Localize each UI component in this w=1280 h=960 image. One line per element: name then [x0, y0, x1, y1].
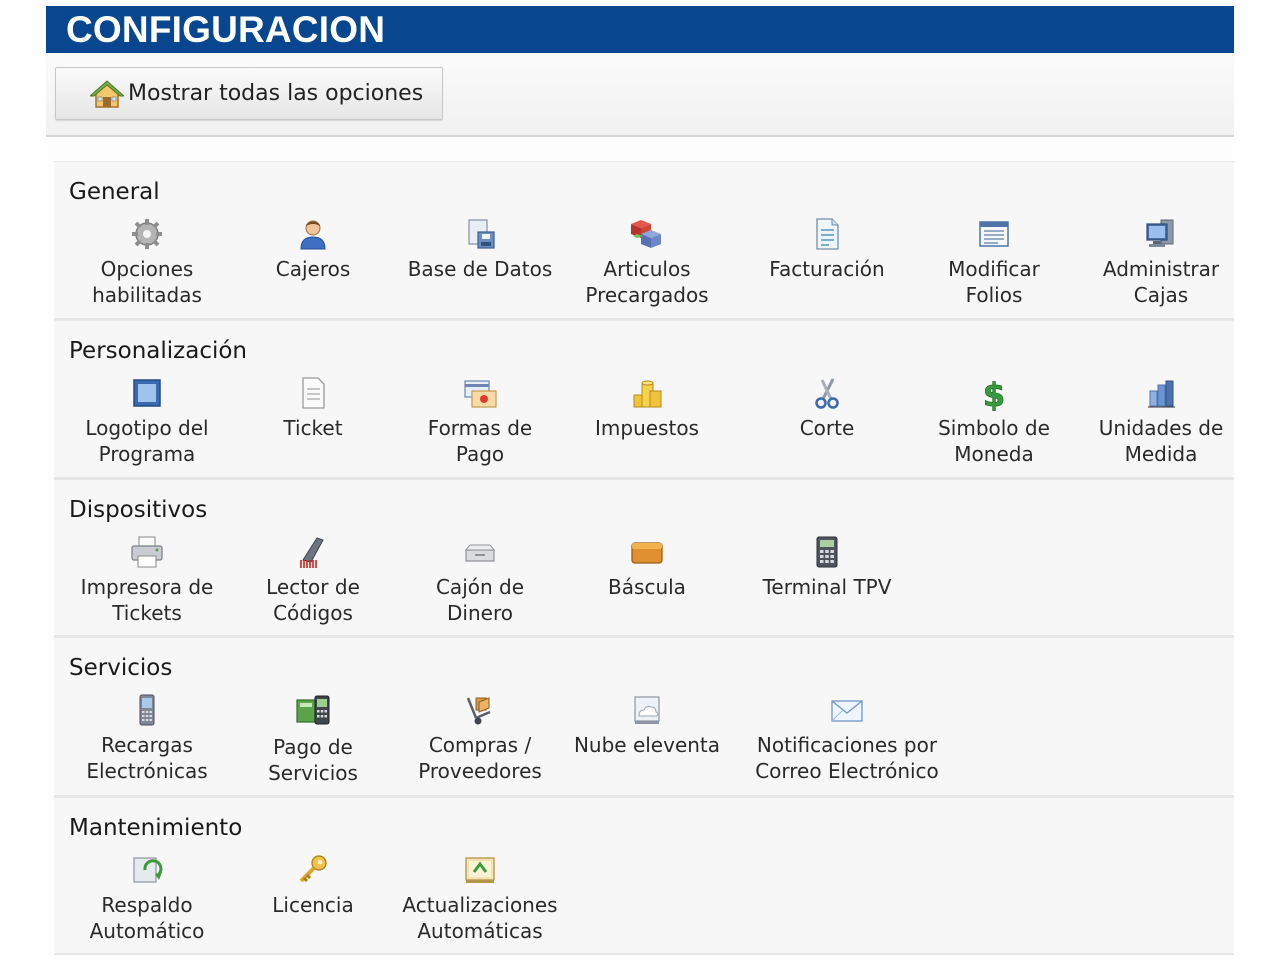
configuration-panel: CONFIGURACION Mostrar todas las opciones…	[46, 6, 1234, 960]
option-simbolo-de-moneda[interactable]: $ Simbolo de Moneda	[914, 375, 1074, 467]
option-label: Notificaciones por Correo Electrónico	[755, 733, 939, 783]
database-icon	[468, 219, 495, 249]
option-label: Facturación	[769, 257, 885, 281]
coins-icon	[633, 380, 662, 408]
cloud-icon	[634, 696, 660, 724]
option-label: Cajeros	[275, 257, 351, 281]
computer-icon	[1146, 219, 1174, 247]
section-title: General	[69, 179, 160, 205]
option-recargas-electronicas[interactable]: Recargas Electrónicas	[67, 692, 227, 784]
section-general: General Opciones habilitadas Cajeros Bas…	[54, 161, 1234, 320]
invoice-icon	[816, 218, 839, 250]
key-icon	[299, 855, 327, 883]
document-icon	[302, 377, 325, 409]
update-icon	[465, 857, 495, 883]
page-title: CONFIGURACION	[46, 6, 1234, 53]
section-title: Dispositivos	[69, 497, 208, 523]
picture-icon	[133, 379, 161, 407]
option-label: Corte	[799, 416, 855, 440]
option-notificaciones-correo[interactable]: Notificaciones por Correo Electrónico	[747, 692, 947, 784]
settings-sections: General Opciones habilitadas Cajeros Bas…	[54, 161, 1234, 955]
option-label: Licencia	[272, 893, 354, 917]
option-facturacion[interactable]: Facturación	[747, 216, 907, 282]
option-label: Báscula	[608, 575, 686, 599]
svg-text:$: $	[983, 376, 1005, 411]
option-administrar-cajas[interactable]: Administrar Cajas	[1081, 216, 1241, 308]
user-icon	[300, 220, 326, 250]
scissors-icon	[815, 378, 839, 409]
option-articulos-precargados[interactable]: Articulos Precargados	[567, 216, 727, 308]
section-personalizacion: Personalización Logotipo del Programa Ti…	[54, 320, 1234, 479]
option-impuestos[interactable]: Impuestos	[567, 375, 727, 441]
printer-icon	[131, 536, 163, 568]
hand-truck-icon	[466, 697, 491, 725]
option-label: Terminal TPV	[762, 575, 892, 599]
option-actualizaciones-automaticas[interactable]: Actualizaciones Automáticas	[400, 852, 560, 944]
mobile-phone-icon	[139, 694, 155, 726]
option-label: Ticket	[283, 416, 343, 440]
option-label: Actualizaciones Automáticas	[402, 893, 558, 943]
option-impresora-de-tickets[interactable]: Impresora de Tickets	[67, 534, 227, 626]
option-label: Modificar Folios	[948, 257, 1040, 307]
bar-chart-icon	[1148, 380, 1175, 408]
option-label: Lector de Códigos	[266, 575, 360, 625]
option-label: Recargas Electrónicas	[86, 733, 208, 783]
dollar-icon: $	[982, 376, 1005, 411]
folio-icon	[979, 221, 1009, 247]
option-label: Opciones habilitadas	[92, 257, 202, 307]
section-dispositivos: Dispositivos Impresora de Tickets Lector…	[54, 479, 1234, 637]
option-label: Simbolo de Moneda	[938, 416, 1050, 466]
option-cajon-de-dinero[interactable]: Cajón de Dinero	[400, 534, 560, 626]
section-mantenimiento: Mantenimiento Respaldo Automático Licenc…	[54, 797, 1234, 955]
section-title: Personalización	[69, 338, 248, 364]
option-modificar-folios[interactable]: Modificar Folios	[914, 216, 1074, 308]
show-all-options-label: Mostrar todas las opciones	[128, 81, 424, 106]
section-title: Mantenimiento	[69, 815, 243, 841]
option-label: Logotipo del Programa	[85, 416, 209, 466]
option-base-de-datos[interactable]: Base de Datos	[400, 216, 560, 282]
scale-icon	[631, 542, 663, 564]
toolbar: Mostrar todas las opciones	[46, 53, 1234, 137]
home-icon	[88, 79, 126, 109]
option-cajeros[interactable]: Cajeros	[233, 216, 393, 282]
option-label: Articulos Precargados	[585, 257, 709, 307]
option-compras-proveedores[interactable]: Compras / Proveedores	[400, 692, 560, 784]
option-label: Nube eleventa	[573, 733, 721, 757]
pos-terminal-icon	[816, 536, 838, 568]
option-ticket[interactable]: Ticket	[233, 375, 393, 441]
option-terminal-tpv[interactable]: Terminal TPV	[747, 534, 907, 600]
option-unidades-de-medida[interactable]: Unidades de Medida	[1081, 375, 1241, 467]
option-label: Base de Datos	[407, 257, 553, 281]
option-pago-de-servicios[interactable]: Pago de Servicios	[233, 692, 393, 786]
option-lector-de-codigos[interactable]: Lector de Códigos	[233, 534, 393, 626]
option-logotipo-del-programa[interactable]: Logotipo del Programa	[67, 375, 227, 467]
service-payment-icon	[296, 695, 330, 725]
boxes-icon	[631, 220, 661, 248]
option-label: Unidades de Medida	[1098, 416, 1224, 466]
option-nube-eleventa[interactable]: Nube eleventa	[567, 692, 727, 758]
option-label: Compras / Proveedores	[418, 733, 542, 783]
option-label: Administrar Cajas	[1102, 257, 1220, 307]
option-bascula[interactable]: Báscula	[567, 534, 727, 600]
show-all-options-button[interactable]: Mostrar todas las opciones	[55, 67, 443, 120]
option-respaldo-automatico[interactable]: Respaldo Automático	[67, 852, 227, 944]
option-label: Impuestos	[595, 416, 699, 440]
envelope-icon	[831, 700, 863, 722]
payment-card-icon	[464, 380, 497, 408]
backup-icon	[133, 857, 163, 883]
cash-drawer-icon	[464, 544, 496, 562]
option-label: Pago de Servicios	[268, 735, 358, 785]
option-label: Formas de Pago	[427, 416, 533, 466]
option-label: Cajón de Dinero	[435, 575, 525, 625]
option-corte[interactable]: Corte	[747, 375, 907, 441]
option-licencia[interactable]: Licencia	[233, 852, 393, 918]
section-servicios: Servicios Recargas Electrónicas Pago de …	[54, 637, 1234, 797]
section-title: Servicios	[69, 655, 173, 681]
option-opciones-habilitadas[interactable]: Opciones habilitadas	[67, 216, 227, 308]
option-label: Respaldo Automático	[89, 893, 205, 943]
option-formas-de-pago[interactable]: Formas de Pago	[400, 375, 560, 467]
option-label: Impresora de Tickets	[80, 575, 214, 625]
gear-icon	[132, 219, 162, 249]
barcode-scanner-icon	[300, 537, 324, 568]
